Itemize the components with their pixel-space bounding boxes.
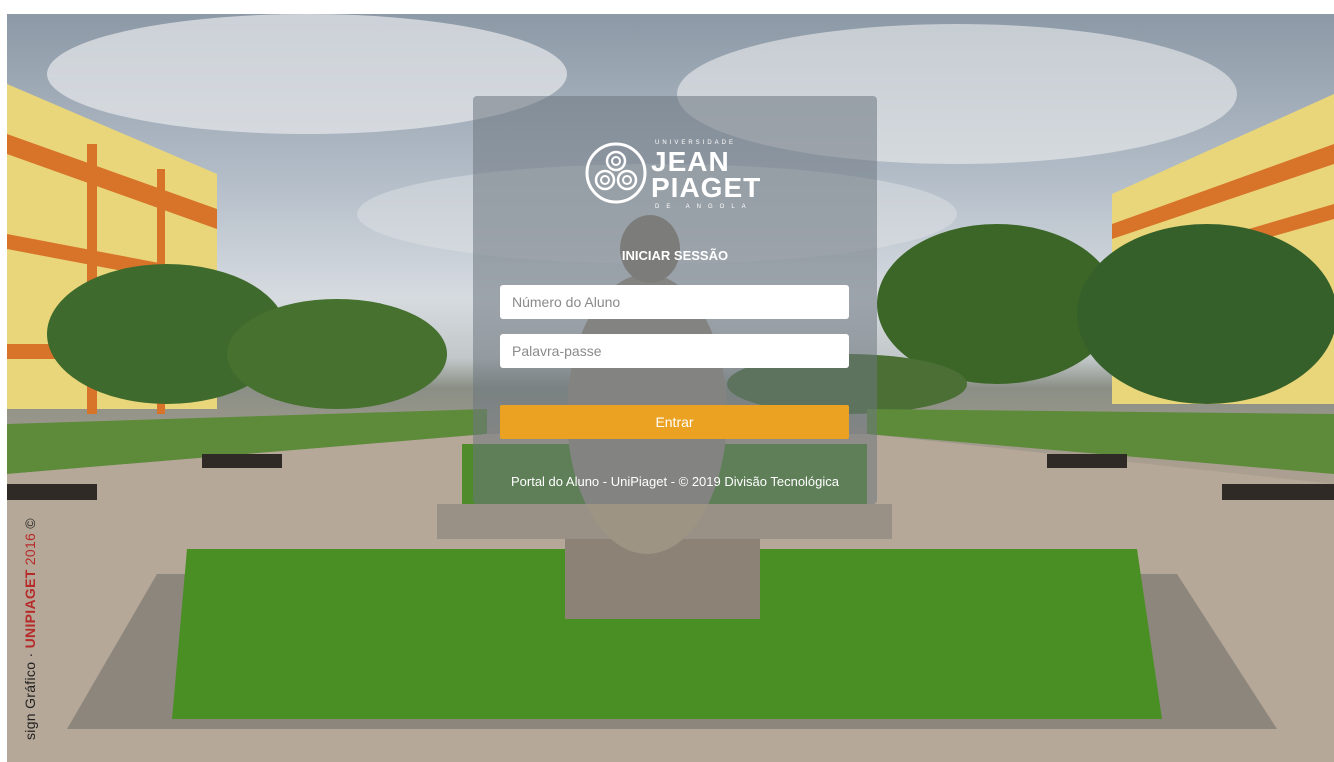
credit-brand: UNIPIAGET [22,569,38,649]
password-input[interactable] [500,334,849,368]
triskelion-logo-icon [585,142,647,204]
logo-line-2: PIAGET [651,172,762,203]
login-button[interactable]: Entrar [500,405,849,439]
credit-prefix: sign Gráfico · [22,648,38,740]
login-title: INICIAR SESSÃO [621,248,729,263]
login-screen: sign Gráfico · UNIPIAGET 2016 © UNIVERSI… [0,0,1334,762]
design-credit: sign Gráfico · UNIPIAGET 2016 © [22,518,38,740]
credit-symbol: © [22,518,38,529]
student-number-input[interactable] [500,285,849,319]
logo-bottom-text: DE ANGOLA [655,204,753,210]
university-logo: UNIVERSIDADE JEAN PIAGET DE ANGOLA [585,140,775,212]
portal-footer: Portal do Aluno - UniPiaget - © 2019 Div… [510,474,840,489]
login-panel: UNIVERSIDADE JEAN PIAGET DE ANGOLA INICI… [473,96,877,504]
credit-year: 2016 [22,528,38,570]
